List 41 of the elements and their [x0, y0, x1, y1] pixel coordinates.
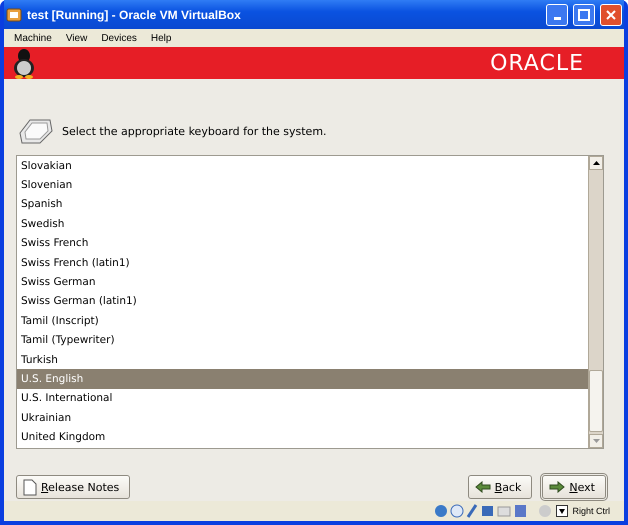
list-item[interactable]: United Kingdom: [17, 427, 588, 447]
minimize-icon: [554, 16, 560, 20]
list-item[interactable]: Tamil (Inscript): [17, 311, 588, 331]
list-item[interactable]: Slovenian: [17, 175, 588, 195]
document-icon: [23, 478, 37, 496]
list-item[interactable]: Ukrainian: [17, 408, 588, 428]
back-button[interactable]: Back: [468, 475, 532, 499]
list-item[interactable]: Swiss French: [17, 234, 588, 253]
right-arrow-icon: [549, 481, 566, 493]
app-icon: [6, 6, 22, 22]
list-item[interactable]: Swedish: [17, 214, 588, 234]
list-item[interactable]: Spanish: [17, 194, 588, 214]
maximize-icon: [578, 8, 590, 20]
close-button[interactable]: [600, 4, 622, 26]
next-button[interactable]: Next: [542, 475, 606, 499]
release-notes-button[interactable]: Release Notes: [16, 475, 130, 499]
list-item[interactable]: Swiss German: [17, 272, 588, 292]
list-item[interactable]: Swiss French (latin1): [17, 252, 588, 272]
window-title: test [Running] - Oracle VM VirtualBox: [27, 8, 242, 22]
list-item[interactable]: Slovakian: [17, 156, 588, 176]
down-arrow-icon[interactable]: [592, 439, 600, 443]
list-item[interactable]: Turkish: [17, 350, 588, 370]
menu-item[interactable]: Devices: [95, 32, 143, 44]
keyboard-key-icon: [18, 117, 54, 145]
scroll-thumb[interactable]: [589, 370, 603, 432]
scrollbar[interactable]: [588, 156, 603, 448]
logo: ORACLE: [490, 50, 584, 76]
menu-item[interactable]: Help: [144, 32, 178, 44]
up-arrow-icon[interactable]: [592, 161, 600, 165]
menu-item[interactable]: View: [60, 32, 94, 44]
prompt-text: Select the appropriate keyboard for the system.: [62, 124, 327, 138]
host-key-label: Right Ctrl: [572, 506, 610, 516]
maximize-button[interactable]: [573, 4, 595, 26]
list-item[interactable]: Tamil (Typewriter): [17, 330, 588, 350]
minimize-button[interactable]: [546, 4, 568, 26]
menu-item[interactable]: Machine: [8, 32, 58, 44]
list-item[interactable]: Swiss German (latin1): [17, 292, 588, 312]
list-item[interactable]: U.S. English: [17, 369, 588, 389]
list-item[interactable]: U.S. International: [17, 388, 588, 408]
close-icon: [605, 8, 617, 20]
left-arrow-icon: [474, 481, 491, 493]
